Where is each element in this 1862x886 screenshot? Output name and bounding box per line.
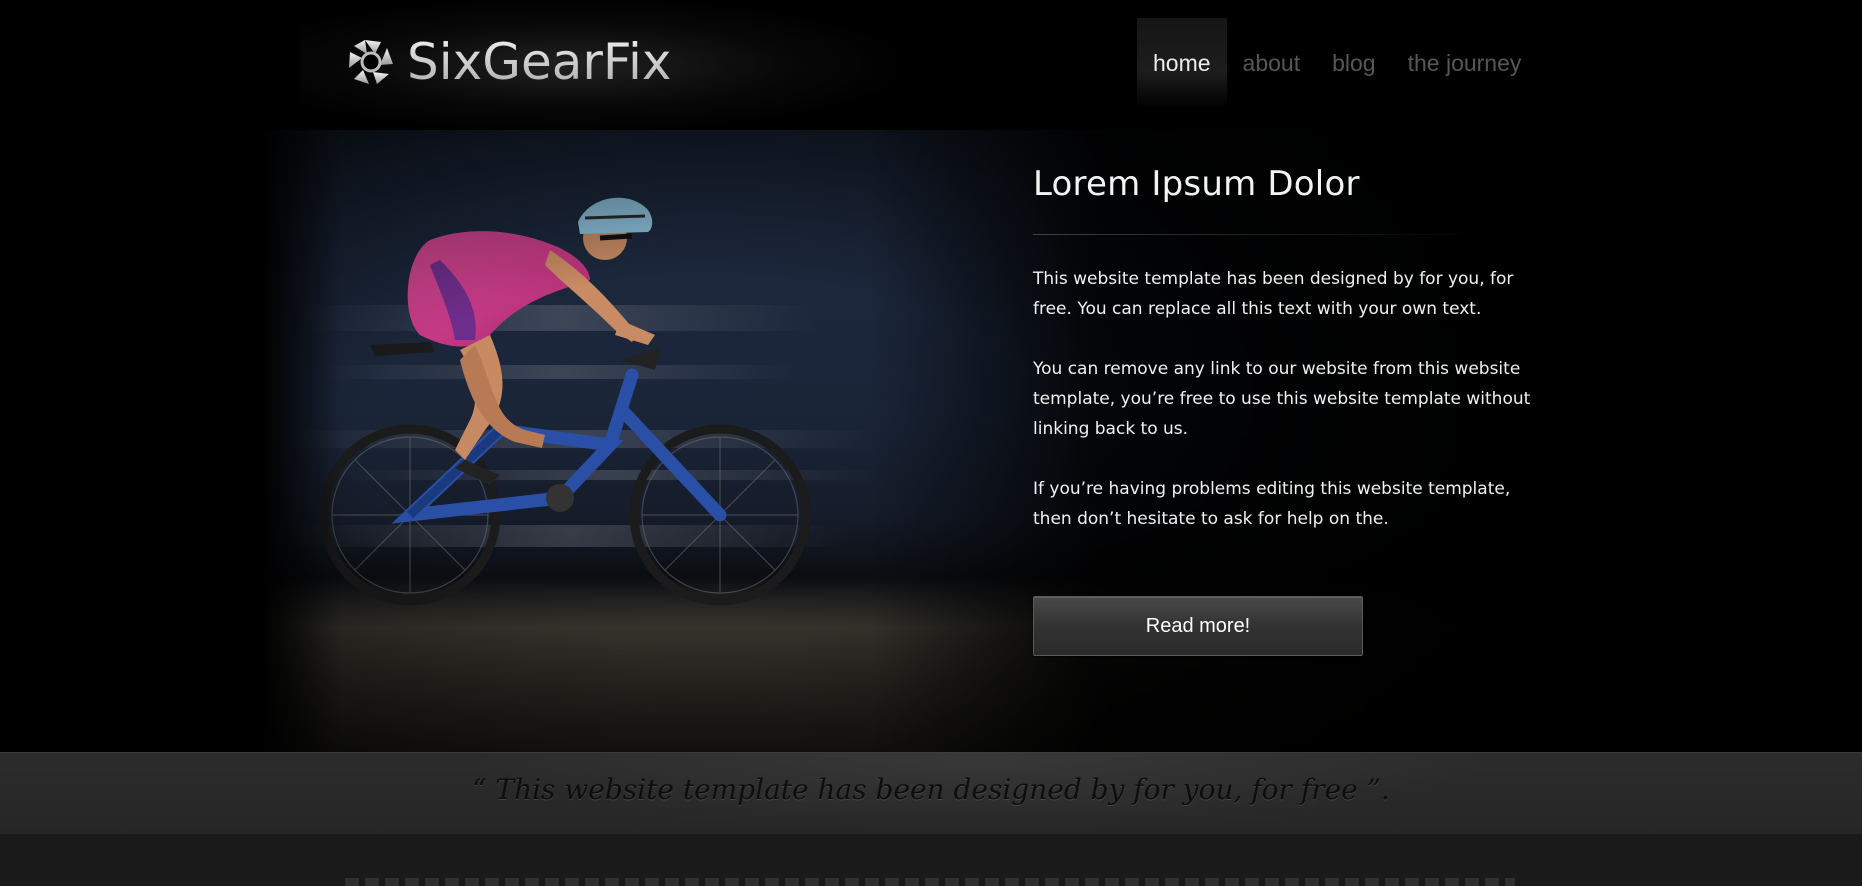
nav-item-home[interactable]: home [1137,18,1227,108]
quote-band: “ This website template has been designe… [0,752,1862,835]
hero-section: Lorem Ipsum Dolor This website template … [0,130,1862,752]
hero-title: Lorem Ipsum Dolor [1033,164,1360,204]
cut-off-text-row [345,878,1515,886]
site-logo[interactable]: SixGearFix [345,33,672,91]
read-more-button[interactable]: Read more! [1033,596,1363,656]
nav-item-the-journey[interactable]: the journey [1392,18,1538,108]
site-header: SixGearFix home about blog the journey [0,0,1862,130]
main-nav: home about blog the journey [1137,18,1537,108]
hero-paragraph-2: You can remove any link to our website f… [1033,359,1531,439]
logo-text: SixGearFix [407,33,672,91]
title-divider [1033,234,1493,235]
nav-item-about[interactable]: about [1227,18,1317,108]
gear-aperture-icon [349,40,393,84]
nav-item-blog[interactable]: blog [1316,18,1391,108]
quote-text: “ This website template has been designe… [472,773,1390,806]
hero-paragraph-3: If you’re having problems editing this w… [1033,479,1511,529]
hero-content: Lorem Ipsum Dolor This website template … [1033,164,1553,656]
hero-paragraph-1: This website template has been designed … [1033,269,1514,319]
page: SixGearFix home about blog the journey L… [0,0,1862,886]
bottom-section [0,834,1862,886]
